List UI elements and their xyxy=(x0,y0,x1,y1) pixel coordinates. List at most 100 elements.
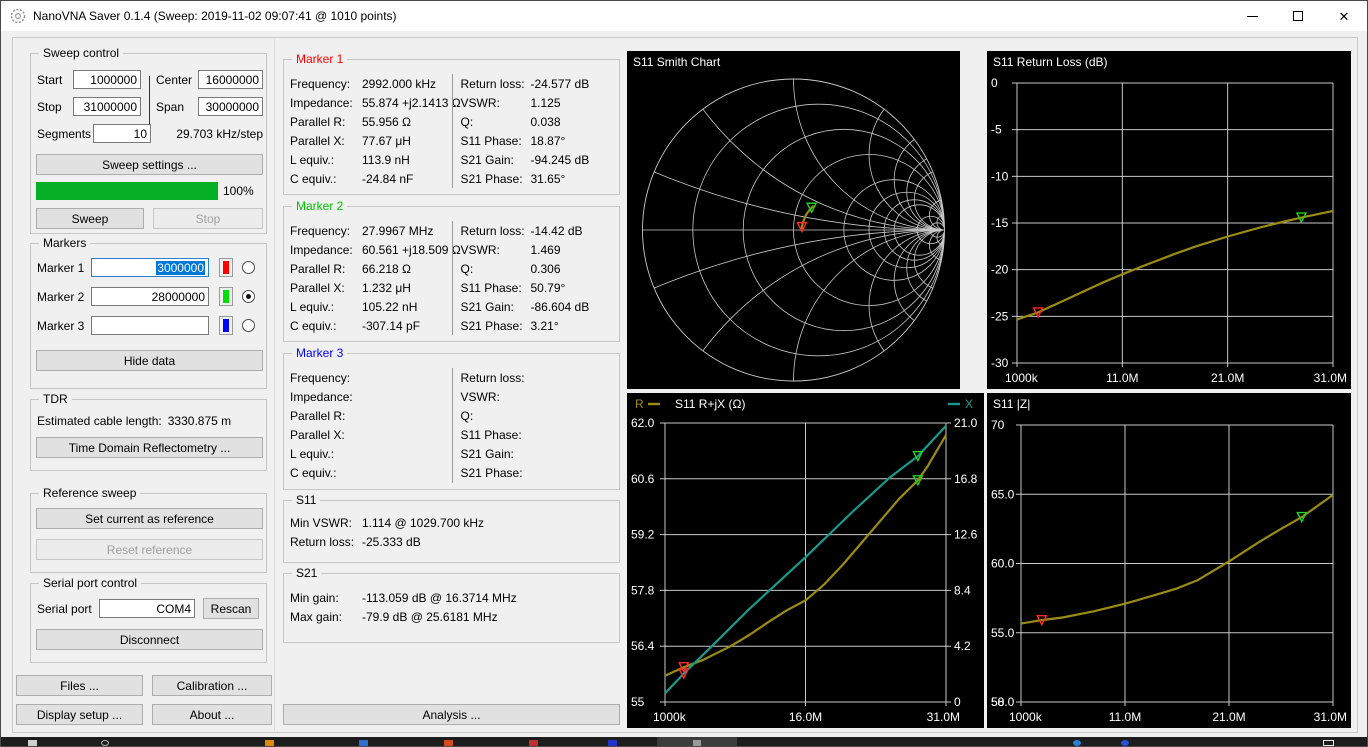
tray-icon[interactable] xyxy=(1323,740,1334,746)
start-button-icon[interactable] xyxy=(28,740,37,746)
field-label: L equiv.: xyxy=(290,152,335,167)
serial-port-input[interactable] xyxy=(99,599,195,618)
svg-text:S11 R+jX (Ω): S11 R+jX (Ω) xyxy=(675,397,745,411)
marker2-input[interactable] xyxy=(91,287,209,306)
disconnect-button[interactable]: Disconnect xyxy=(36,629,263,650)
analysis-button[interactable]: Analysis ... xyxy=(283,704,620,725)
taskbar-app-icon[interactable] xyxy=(1121,740,1129,746)
segments-label: Segments xyxy=(37,126,92,141)
taskbar-app-icon[interactable] xyxy=(359,740,368,746)
maximize-icon xyxy=(1293,11,1303,21)
svg-text:S11 Smith Chart: S11 Smith Chart xyxy=(633,55,721,69)
stop-input[interactable] xyxy=(73,97,141,116)
field-value: 1.114 @ 1029.700 kHz xyxy=(362,515,485,530)
field-value: 60.561 +j18.509 Ω xyxy=(362,242,461,257)
window-title: NanoVNA Saver 0.1.4 (Sweep: 2019-11-02 0… xyxy=(33,9,397,23)
center-label: Center xyxy=(156,72,193,87)
field-label: Return loss: xyxy=(290,534,355,549)
svg-text:S11 Return Loss (dB): S11 Return Loss (dB) xyxy=(993,55,1108,69)
display-setup-button[interactable]: Display setup ... xyxy=(16,704,143,725)
span-input[interactable] xyxy=(198,97,263,116)
marker1-color-swatch[interactable] xyxy=(219,258,233,277)
files-button[interactable]: Files ... xyxy=(16,675,143,696)
tdr-button[interactable]: Time Domain Reflectometry ... xyxy=(36,437,263,458)
field-label: Impedance: xyxy=(290,95,353,110)
field-label: Parallel R: xyxy=(290,408,346,423)
taskbar-app-icon[interactable] xyxy=(444,740,453,746)
sweep-progress-bar xyxy=(36,182,218,200)
reset-reference-button[interactable]: Reset reference xyxy=(36,539,263,560)
s11-summary-group: S11 Min VSWR: 1.114 @ 1029.700 kHz Return … xyxy=(283,493,620,563)
serial-port-title: Serial port control xyxy=(39,576,142,590)
set-reference-button[interactable]: Set current as reference xyxy=(36,508,263,529)
sweep-settings-button[interactable]: Sweep settings ... xyxy=(36,154,263,175)
field-label: S21 Phase: xyxy=(460,171,523,186)
marker3-radio[interactable] xyxy=(242,319,255,332)
field-value: -79.9 dB @ 25.6181 MHz xyxy=(362,609,498,624)
marker2-color-swatch[interactable] xyxy=(219,287,233,306)
taskbar-app-icon[interactable] xyxy=(693,740,701,746)
calibration-button[interactable]: Calibration ... xyxy=(152,675,272,696)
maximize-button[interactable] xyxy=(1275,1,1321,31)
minimize-button[interactable] xyxy=(1229,1,1275,31)
divider xyxy=(149,76,150,124)
rescan-button[interactable]: Rescan xyxy=(203,598,259,619)
taskbar-app-icon[interactable] xyxy=(265,740,274,746)
field-label: Frequency: xyxy=(290,223,351,238)
cable-length-label: Estimated cable length: xyxy=(37,414,162,428)
hide-data-button[interactable]: Hide data xyxy=(36,350,263,371)
field-label: Impedance: xyxy=(290,242,353,257)
marker3-input[interactable] xyxy=(91,316,209,335)
svg-text:21.0M: 21.0M xyxy=(1212,710,1245,724)
field-label: S21 Gain: xyxy=(460,152,514,167)
segments-input[interactable] xyxy=(93,124,151,143)
close-button[interactable]: ✕ xyxy=(1321,1,1367,31)
marker1-input[interactable]: 3000000 xyxy=(91,258,209,277)
sweep-button[interactable]: Sweep xyxy=(36,208,144,229)
field-label: S11 Phase: xyxy=(460,133,522,148)
r-plus-jx-chart[interactable]: 62.0 60.6 59.2 57.8 56.4 55 21.0 16.8 12.6 8.4 4.2… xyxy=(627,393,984,728)
svg-text:1000k: 1000k xyxy=(653,710,687,724)
about-button[interactable]: About ... xyxy=(152,704,272,725)
field-value: 55.956 Ω xyxy=(362,114,412,129)
svg-text:-10: -10 xyxy=(991,169,1009,183)
svg-text:S11 |Z|: S11 |Z| xyxy=(993,397,1030,411)
smith-chart[interactable]: S11 Smith Chart xyxy=(627,51,960,389)
svg-text:58.0: 58.0 xyxy=(991,695,1015,709)
taskbar-app-icon[interactable] xyxy=(1073,740,1081,746)
field-label: C equiv.: xyxy=(290,318,337,333)
svg-text:62.0: 62.0 xyxy=(631,416,655,430)
marker1-radio[interactable] xyxy=(242,261,255,274)
field-value: 1.232 μH xyxy=(362,280,411,295)
svg-text:59.2: 59.2 xyxy=(631,528,655,542)
taskbar-app-icon[interactable] xyxy=(529,740,538,746)
title-bar[interactable]: NanoVNA Saver 0.1.4 (Sweep: 2019-11-02 0… xyxy=(1,1,1367,31)
field-label: Frequency: xyxy=(290,370,351,385)
svg-text:12.6: 12.6 xyxy=(954,528,978,542)
magnitude-z-chart[interactable]: 70 65.0 60.0 55.0 50 58.0 1000k 11.0M 21.0M 31.0M… xyxy=(987,393,1351,728)
serial-port-group: Serial port control Serial port Rescan D… xyxy=(30,576,267,663)
search-icon[interactable] xyxy=(101,740,109,746)
svg-text:21.0: 21.0 xyxy=(954,416,978,430)
tdr-title: TDR xyxy=(39,392,72,406)
svg-text:55.0: 55.0 xyxy=(991,626,1015,640)
field-label: Parallel X: xyxy=(290,427,345,442)
marker1-label: Marker 1 xyxy=(37,260,85,275)
center-input[interactable] xyxy=(198,70,263,89)
field-label: Q: xyxy=(460,114,474,129)
return-loss-chart[interactable]: 0 -5 -10 -15 -20 -25 -30 1000k 11.0M 21.0M 31.0M S1… xyxy=(987,51,1351,389)
svg-text:65.0: 65.0 xyxy=(991,487,1015,501)
taskbar[interactable] xyxy=(1,737,1367,746)
field-label: S21 Phase: xyxy=(460,318,523,333)
svg-text:60.6: 60.6 xyxy=(631,472,655,486)
svg-text:11.0M: 11.0M xyxy=(1109,710,1141,724)
field-label: Return loss: xyxy=(460,223,525,238)
field-label: Min VSWR: xyxy=(290,515,353,530)
field-value: 18.87° xyxy=(530,133,566,148)
marker3-color-swatch[interactable] xyxy=(219,316,233,335)
marker2-radio[interactable] xyxy=(242,290,255,303)
stop-button[interactable]: Stop xyxy=(153,208,263,229)
taskbar-app-icon[interactable] xyxy=(608,740,617,746)
cable-length-value: 3330.875 m xyxy=(167,414,232,428)
start-input[interactable] xyxy=(73,70,141,89)
